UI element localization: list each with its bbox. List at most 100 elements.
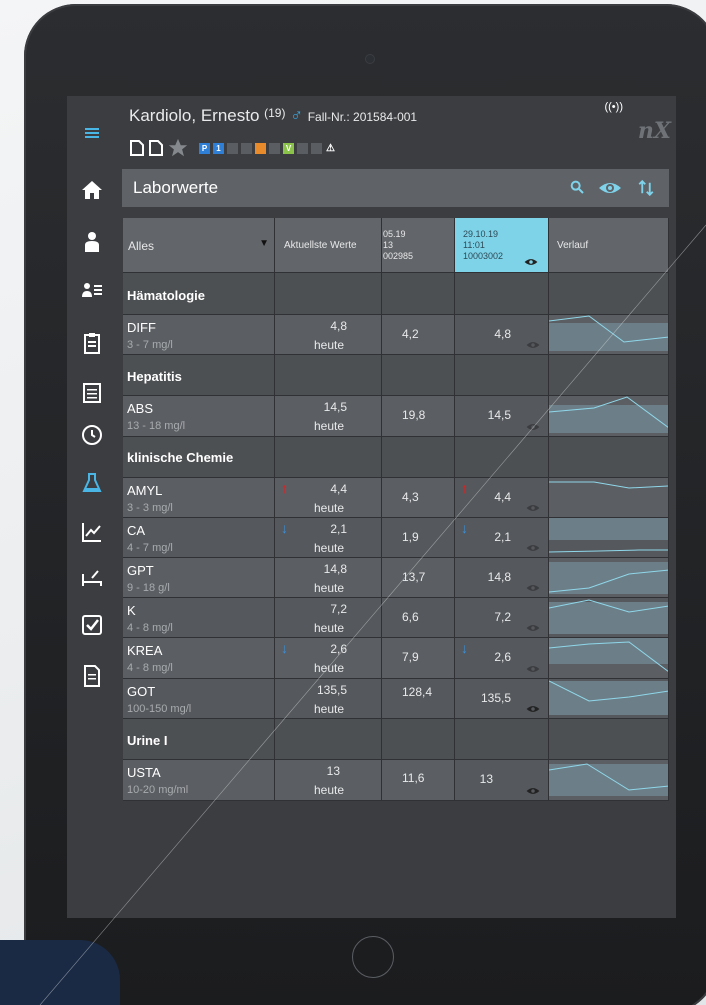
group-label: klinische Chemie	[123, 437, 275, 478]
document-icon[interactable]	[77, 661, 107, 691]
chart-icon[interactable]	[77, 517, 107, 547]
eye-icon[interactable]	[526, 664, 540, 674]
filter-label: Alles	[128, 239, 155, 253]
column-previous[interactable]: 05.19 13 002985	[382, 218, 455, 273]
app-screen: Kardiolo, Ernesto (19) ♂ Fall-Nr.: 20158…	[67, 96, 676, 918]
latest-date: heute	[313, 783, 344, 797]
previous-value: 19,8	[402, 408, 426, 422]
selected-value: 13	[479, 772, 493, 786]
table-row[interactable]: USTA 10-20 mg/ml 13 heute 11,6 13	[123, 760, 669, 801]
badge-p: P	[199, 142, 210, 154]
section-title: Laborwerte	[133, 178, 219, 197]
test-name: GOT	[127, 684, 156, 699]
selected-value: 14,8	[487, 570, 511, 584]
home-icon[interactable]	[77, 175, 107, 205]
arrow-down-icon: ↓	[461, 640, 468, 656]
table-row[interactable]: K 4 - 8 mg/l 7,2 heute 6,6 7,2	[123, 598, 669, 638]
previous-value: 4,3	[402, 490, 419, 504]
calculation-icon[interactable]	[77, 378, 107, 408]
filter-dropdown[interactable]: Alles ▼	[123, 218, 275, 273]
patient-icon[interactable]	[77, 227, 107, 257]
clipboard-icon[interactable]	[77, 328, 107, 358]
table-row[interactable]: AMYL 3 - 3 mg/l ↑ 4,4 heute 4,3 ↑ 4,4	[123, 478, 669, 518]
bed-icon[interactable]	[77, 563, 107, 593]
previous-value: 11,6	[402, 771, 425, 785]
test-name: AMYL	[127, 483, 163, 498]
test-range: 13 - 18 mg/l	[127, 420, 186, 432]
patient-name[interactable]: Kardiolo, Ernesto	[129, 106, 259, 125]
eye-icon[interactable]	[526, 623, 540, 633]
latest-value: 2,1	[330, 522, 347, 536]
table-row[interactable]: CA 4 - 7 mg/l ↓ 2,1 heute 1,9 ↓ 2,1	[123, 518, 669, 558]
latest-date: heute	[313, 661, 344, 675]
table-header-row: Alles ▼ Aktuellste Werte 05.19 13 002985…	[123, 218, 669, 273]
latest-date: heute	[313, 501, 344, 515]
table-row[interactable]: ABS 13 - 18 mg/l 14,5 heute 19,8 14,5	[123, 396, 669, 437]
badge-empty-4	[297, 142, 308, 154]
group-row: Hepatitis	[123, 355, 669, 396]
lab-flask-icon[interactable]	[77, 468, 107, 498]
column-selected-time: 11:01	[463, 240, 485, 250]
eye-icon[interactable]	[526, 543, 540, 553]
eye-icon[interactable]	[598, 176, 622, 200]
case-number: Fall-Nr.: 201584-001	[307, 110, 418, 124]
latest-date: heute	[313, 419, 344, 433]
group-row: klinische Chemie	[123, 437, 669, 478]
latest-date: heute	[313, 621, 344, 635]
previous-value: 4,2	[402, 327, 419, 341]
latest-value: 2,6	[330, 642, 347, 656]
eye-icon[interactable]	[526, 786, 540, 796]
background-corner	[0, 940, 120, 1005]
patient-list-icon[interactable]	[77, 276, 107, 306]
latest-value: 14,8	[323, 562, 347, 576]
table-row[interactable]: GPT 9 - 18 g/l 14,8 heute 13,7 14,8	[123, 558, 669, 598]
column-previous-date: 05.19	[383, 229, 406, 239]
column-latest[interactable]: Aktuellste Werte	[275, 218, 382, 273]
selected-value: 4,8	[494, 327, 511, 341]
document-outline-icon-2[interactable]	[148, 139, 164, 157]
eye-icon[interactable]	[524, 257, 538, 267]
test-name: DIFF	[127, 320, 156, 335]
column-selected[interactable]: 29.10.19 11:01 10003002	[455, 218, 549, 273]
star-icon[interactable]	[167, 137, 189, 159]
test-name: KREA	[127, 643, 163, 658]
selected-value: 2,1	[494, 530, 511, 544]
table-row[interactable]: DIFF 3 - 7 mg/l 4,8 heute 4,2 4,8	[123, 315, 669, 355]
column-trend-label: Verlauf	[557, 240, 589, 251]
table-row[interactable]: GOT 100-150 mg/l 135,5 heute 128,4 135,5	[123, 679, 669, 719]
section-titlebar: Laborwerte	[122, 169, 669, 207]
chevron-down-icon: ▼	[259, 238, 269, 249]
trend-sparkline	[549, 638, 669, 679]
selected-value: 14,5	[487, 408, 511, 422]
menu-icon[interactable]	[77, 118, 107, 148]
trend-sparkline	[549, 679, 669, 719]
eye-icon[interactable]	[526, 583, 540, 593]
test-name: CA	[127, 523, 146, 538]
latest-value: 7,2	[330, 602, 347, 616]
test-range: 4 - 8 mg/l	[127, 662, 173, 674]
trend-sparkline	[549, 478, 669, 518]
table-row[interactable]: KREA 4 - 8 mg/l ↓ 2,6 heute 7,9 ↓ 2,6	[123, 638, 669, 679]
app-logo: nX	[637, 118, 671, 144]
checkbox-icon[interactable]	[77, 610, 107, 640]
signal-icon: ((•))	[604, 101, 623, 113]
test-range: 4 - 7 mg/l	[127, 542, 173, 554]
eye-icon[interactable]	[526, 704, 540, 714]
badge-empty-2	[241, 142, 252, 154]
eye-icon[interactable]	[526, 340, 540, 350]
clock-icon[interactable]	[77, 420, 107, 450]
home-hardware-button[interactable]	[352, 936, 394, 978]
eye-icon[interactable]	[526, 503, 540, 513]
previous-value: 128,4	[402, 685, 433, 699]
test-name: K	[127, 603, 136, 618]
sort-icon[interactable]	[637, 179, 655, 197]
latest-date: heute	[313, 702, 344, 716]
search-icon[interactable]	[569, 179, 585, 195]
badge-v: V	[283, 142, 294, 154]
sex-icon: ♂	[290, 106, 303, 125]
selected-value: 4,4	[494, 490, 511, 504]
document-outline-icon[interactable]	[129, 139, 145, 157]
selected-value: 135,5	[480, 691, 511, 705]
eye-icon[interactable]	[526, 422, 540, 432]
warning-icon: ⚠	[326, 142, 335, 154]
